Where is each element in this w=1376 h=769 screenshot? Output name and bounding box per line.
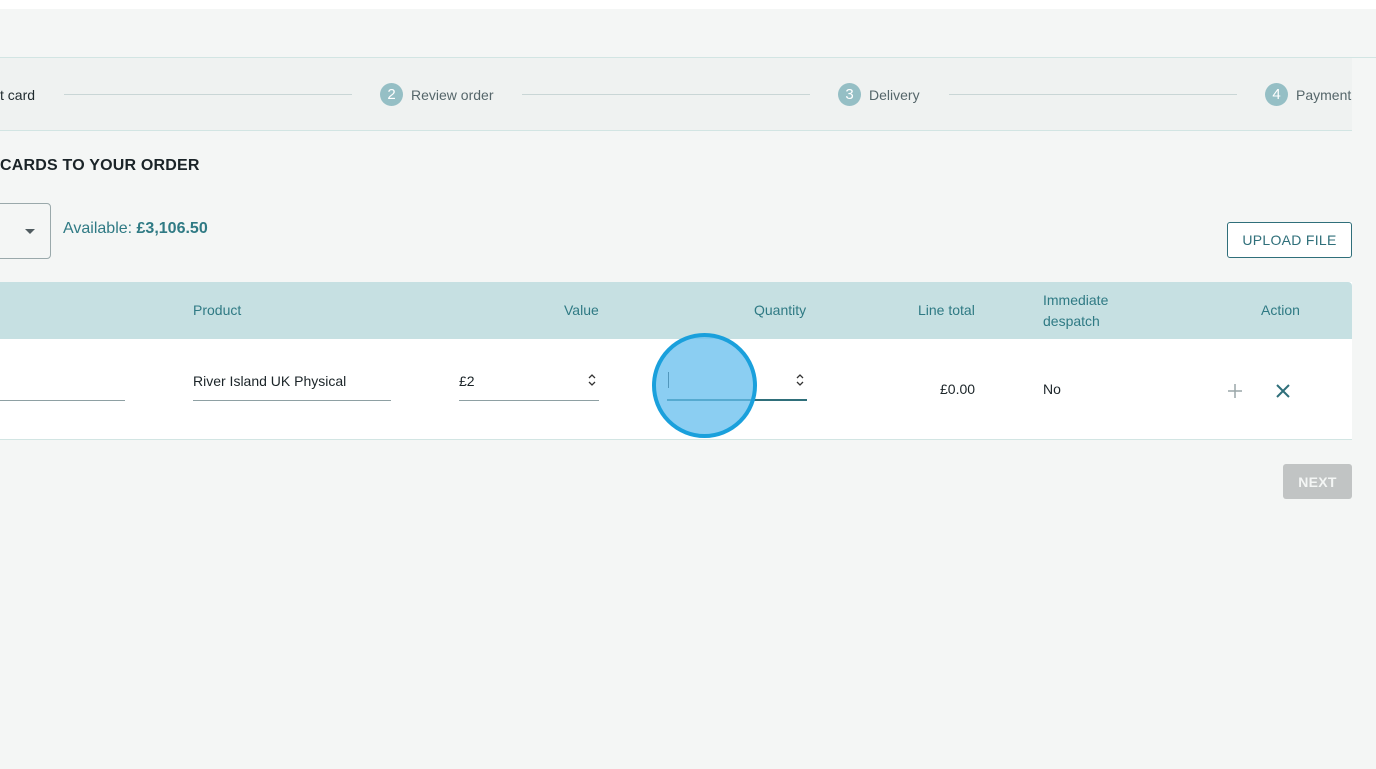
column-header-immediate-line2: despatch [1043,313,1100,329]
click-indicator [652,333,757,438]
product-field-underline [193,400,391,401]
first-cell-input[interactable] [0,400,125,401]
step-connector [522,94,810,95]
step-1[interactable]: t card [0,58,35,131]
column-header-immediate-despatch: Immediate despatch [1043,290,1108,332]
column-header-value: Value [564,302,599,318]
plus-icon[interactable] [1227,383,1243,404]
section-title: CARDS TO YOUR ORDER [0,157,200,174]
upload-file-button[interactable]: UPLOAD FILE [1227,222,1352,258]
step-3-number: 3 [838,83,861,106]
header-area [0,9,1376,58]
caret-down-icon[interactable] [25,229,35,234]
step-4-label: Payment [1296,86,1352,103]
step-2[interactable]: 2 Review order [380,58,493,131]
order-stepper: t card 2 Review order 3 Delivery 4 Payme… [0,58,1352,131]
column-header-action: Action [1261,302,1300,318]
available-label: Available: [63,220,137,237]
step-4-number: 4 [1265,83,1288,106]
product-field[interactable]: River Island UK Physical [193,373,346,389]
up-down-chevron-icon[interactable] [796,373,804,387]
up-down-chevron-icon[interactable] [588,373,596,387]
top-bar [0,0,1376,9]
table-header: Product Value Quantity Line total Immedi… [0,282,1352,339]
step-4[interactable]: 4 Payment [1265,58,1351,131]
column-header-product: Product [193,302,242,318]
column-header-immediate-line1: Immediate [1043,292,1109,308]
value-field-underline [459,400,599,401]
column-header-quantity: Quantity [754,302,807,318]
step-2-number: 2 [380,83,403,106]
next-button[interactable]: NEXT [1283,464,1352,499]
column-header-line-total: Line total [918,302,975,318]
close-icon[interactable] [1275,383,1291,404]
immediate-despatch-value: No [1043,381,1061,397]
step-connector [64,94,352,95]
step-3[interactable]: 3 Delivery [838,58,920,131]
value-field[interactable]: £2 [459,373,475,389]
line-total-value: £0.00 [940,381,976,397]
step-1-label: t card [0,86,36,103]
available-amount: £3,106.50 [136,220,208,237]
step-connector [949,94,1237,95]
step-2-label: Review order [411,86,494,103]
available-balance: Available: £3,106.50 [63,220,208,238]
step-3-label: Delivery [869,86,920,103]
